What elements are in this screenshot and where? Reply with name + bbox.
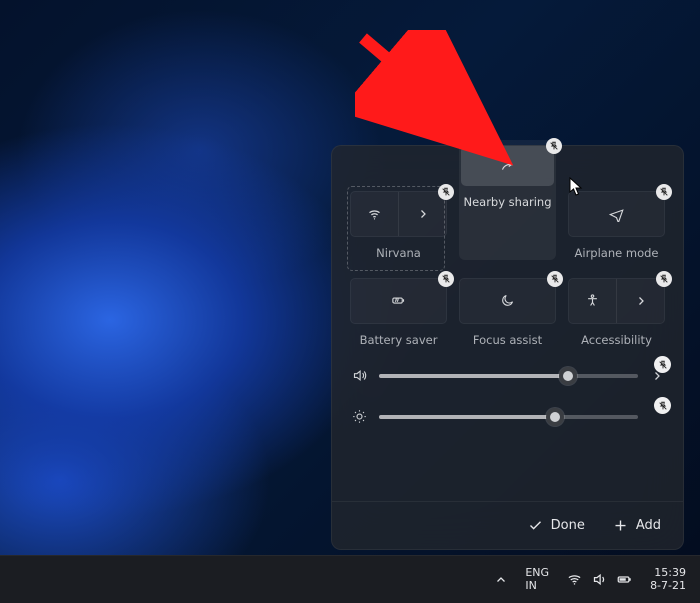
wifi-icon <box>367 207 382 222</box>
unpin-airplane-mode[interactable] <box>656 184 672 200</box>
wifi-toggle[interactable] <box>351 192 398 236</box>
unpin-volume[interactable] <box>654 356 671 373</box>
tile-airplane-mode: Airplane mode <box>568 191 665 260</box>
brightness-icon <box>350 409 368 424</box>
unpin-focus-assist[interactable] <box>547 271 563 287</box>
wifi-icon <box>567 572 582 587</box>
tile-airplane-mode-label: Airplane mode <box>575 247 659 260</box>
tray-date: 8-7-21 <box>650 580 686 593</box>
tile-focus-assist-label: Focus assist <box>473 334 542 347</box>
unpin-icon <box>659 274 669 284</box>
panel-footer: Done Add <box>332 501 683 549</box>
unpin-battery-saver[interactable] <box>438 271 454 287</box>
tile-nirvana-button[interactable] <box>350 191 447 237</box>
tile-nirvana-label: Nirvana <box>376 247 421 260</box>
tile-focus-assist: Focus assist <box>459 278 556 347</box>
tray-overflow[interactable] <box>487 568 515 592</box>
accessibility-expand[interactable] <box>616 279 664 323</box>
tray-language[interactable]: ENG IN <box>519 567 555 592</box>
brightness-thumb[interactable] <box>546 408 564 426</box>
volume-slider-row <box>350 368 665 383</box>
unpin-icon <box>441 187 451 197</box>
plus-icon <box>613 518 628 533</box>
tile-nearby-sharing-label: Nearby sharing <box>463 196 551 209</box>
battery-icon <box>617 572 632 587</box>
tile-accessibility-button[interactable] <box>568 278 665 324</box>
volume-icon <box>592 572 607 587</box>
tile-nirvana: Nirvana <box>350 191 447 260</box>
unpin-icon <box>658 360 668 370</box>
battery-icon <box>391 293 406 308</box>
unpin-icon <box>549 141 559 151</box>
tile-nearby-sharing-button[interactable] <box>461 146 554 186</box>
unpin-nirvana[interactable] <box>438 184 454 200</box>
chevron-right-icon <box>417 208 429 220</box>
quick-settings-tiles: Nirvana Nearby sharing <box>350 166 665 346</box>
tile-battery-saver-label: Battery saver <box>360 334 438 347</box>
brightness-slider-row <box>350 409 665 424</box>
brightness-fill <box>379 415 555 419</box>
tile-battery-saver: Battery saver <box>350 278 447 347</box>
airplane-icon <box>609 207 624 222</box>
unpin-icon <box>441 274 451 284</box>
wifi-expand[interactable] <box>398 192 446 236</box>
unpin-icon <box>658 401 668 411</box>
tile-airplane-mode-button[interactable] <box>568 191 665 237</box>
share-icon <box>500 159 515 174</box>
volume-slider[interactable] <box>379 374 638 378</box>
taskbar: ENG IN 15:39 8-7-21 <box>0 555 700 603</box>
add-label: Add <box>636 518 661 533</box>
tray-language-top: ENG <box>525 567 549 580</box>
brightness-slider[interactable] <box>379 415 638 419</box>
volume-icon <box>350 368 368 383</box>
quick-settings-panel: Nirvana Nearby sharing <box>331 145 684 550</box>
unpin-brightness[interactable] <box>654 397 671 414</box>
volume-fill <box>379 374 568 378</box>
done-button[interactable]: Done <box>528 518 585 533</box>
tile-accessibility-label: Accessibility <box>581 334 652 347</box>
volume-thumb[interactable] <box>559 367 577 385</box>
tray-time: 15:39 <box>650 567 686 580</box>
done-label: Done <box>551 518 585 533</box>
unpin-icon <box>550 274 560 284</box>
tray-clock[interactable]: 15:39 8-7-21 <box>644 567 692 592</box>
moon-icon <box>500 293 515 308</box>
chevron-right-icon <box>635 295 647 307</box>
tray-status-icons[interactable] <box>559 572 640 587</box>
unpin-nearby-sharing[interactable] <box>546 138 562 154</box>
check-icon <box>528 518 543 533</box>
unpin-icon <box>659 187 669 197</box>
accessibility-toggle[interactable] <box>569 279 616 323</box>
add-button[interactable]: Add <box>613 518 661 533</box>
accessibility-icon <box>585 293 600 308</box>
tile-focus-assist-button[interactable] <box>459 278 556 324</box>
tile-nearby-sharing[interactable]: Nearby sharing <box>459 140 556 260</box>
unpin-accessibility[interactable] <box>656 271 672 287</box>
tile-accessibility: Accessibility <box>568 278 665 347</box>
tile-battery-saver-button[interactable] <box>350 278 447 324</box>
tray-language-bottom: IN <box>525 580 549 593</box>
